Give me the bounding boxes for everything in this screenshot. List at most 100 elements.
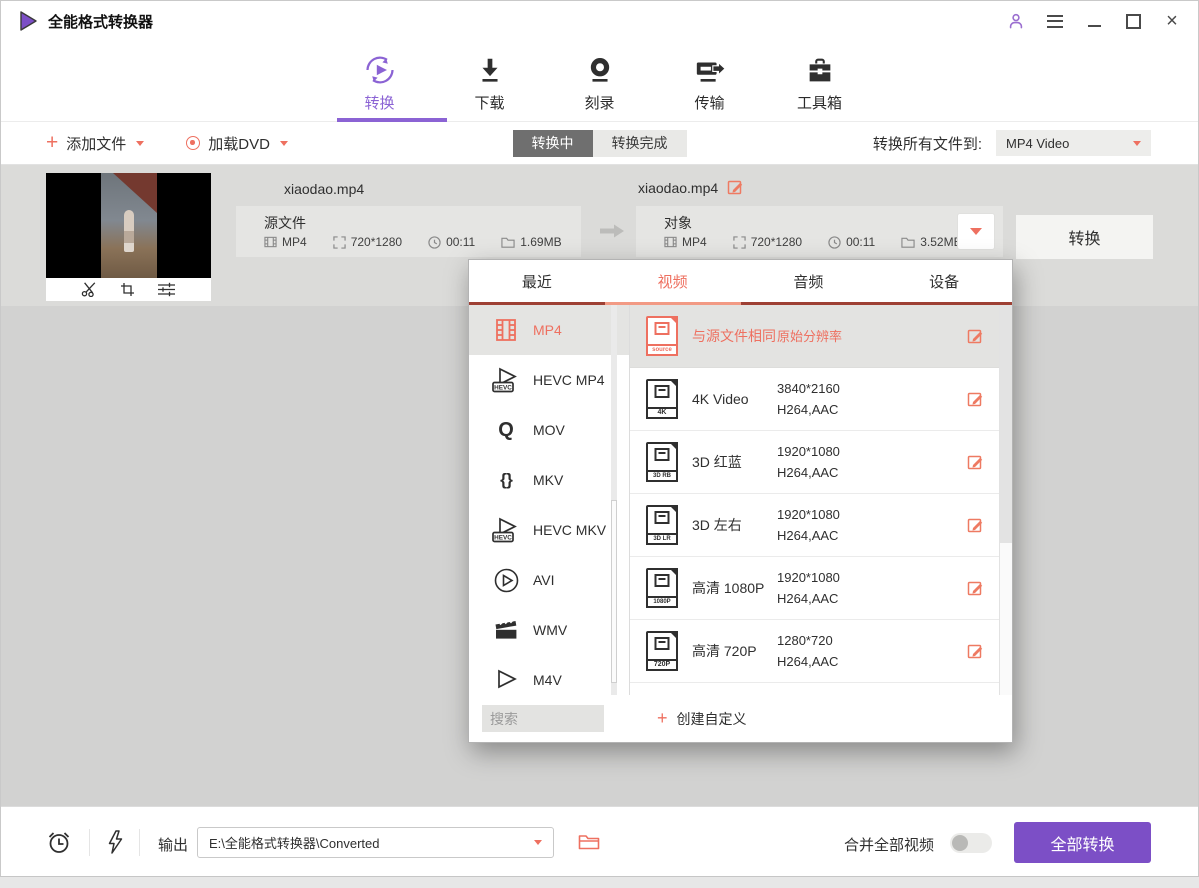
format-item-mp4[interactable]: MP4 [469, 305, 629, 355]
target-label: 对象 [664, 213, 692, 233]
app-window: 全能格式转换器 × 转换下载刻录传输工具箱 + 添加文件 加载D [0, 0, 1199, 876]
preset-badge-icon: 720P [646, 631, 678, 671]
nav-tab-toolbox[interactable]: 工具箱 [780, 53, 860, 113]
merge-videos-label: 合并全部视频 [844, 834, 934, 855]
nav-tab-transfer[interactable]: 传输 [670, 53, 750, 113]
format-item-m4v[interactable]: M4V [469, 655, 629, 695]
divider [89, 829, 90, 856]
output-format-select[interactable]: MP4 Video [996, 130, 1151, 156]
trim-scissors-icon[interactable] [81, 282, 98, 297]
target-file-name: xiaodao.mp4 [638, 180, 718, 196]
resolution-icon [333, 236, 346, 249]
format-item-hevc-mkv[interactable]: HEVCHEVC MKV [469, 505, 629, 555]
minimize-button[interactable] [1084, 11, 1104, 31]
account-icon[interactable] [1006, 11, 1026, 31]
format-item-avi[interactable]: AVI [469, 555, 629, 605]
format-label: AVI [533, 572, 555, 588]
preset-details: 1920*1080H264,AAC [777, 441, 840, 483]
svg-text:HEVC: HEVC [494, 534, 512, 541]
resolution-icon [733, 236, 746, 249]
panel-tab-1[interactable]: 视频 [605, 260, 741, 302]
nav-tab-convert[interactable]: 转换 [340, 53, 420, 113]
format-dropdown-button[interactable] [957, 213, 995, 250]
schedule-alarm-icon[interactable] [46, 829, 72, 855]
video-thumbnail [46, 173, 211, 301]
format-item-hevc-mp4[interactable]: HEVCHEVC MP4 [469, 355, 629, 405]
preset-edit-icon[interactable] [967, 391, 984, 408]
format-label: WMV [533, 622, 567, 638]
preset-details: 原始分辨率 [777, 326, 842, 347]
maximize-button[interactable] [1123, 11, 1143, 31]
effects-sliders-icon[interactable] [157, 282, 176, 297]
chevron-down-icon [136, 141, 144, 146]
aviplay-icon [490, 567, 522, 594]
format-item-wmv[interactable]: WMV [469, 605, 629, 655]
chevron-down-icon [534, 840, 542, 845]
m4v-icon [490, 669, 522, 691]
add-file-button[interactable]: + 添加文件 [46, 133, 144, 154]
window-controls: × [1006, 11, 1182, 31]
format-label: MOV [533, 422, 565, 438]
convert-button[interactable]: 转换 [1016, 215, 1153, 259]
preset-search-input[interactable] [482, 705, 604, 732]
create-custom-button[interactable]: + 创建自定义 [657, 695, 747, 742]
convert-all-button[interactable]: 全部转换 [1014, 822, 1151, 863]
target-specs: MP4 720*1280 00:11 3.52MB [664, 235, 962, 249]
duration-clock-icon [828, 236, 841, 249]
thumbnail-image [46, 173, 211, 278]
preset-edit-icon[interactable] [967, 454, 984, 471]
format-item-mov[interactable]: QMOV [469, 405, 629, 455]
preset-edit-icon[interactable] [967, 580, 984, 597]
high-speed-bolt-icon[interactable] [103, 829, 125, 855]
preset-list-scrollbar[interactable] [999, 305, 1012, 695]
preset-badge-icon: 1080P [646, 568, 678, 608]
merge-videos-toggle[interactable] [950, 833, 992, 853]
crop-icon[interactable] [120, 282, 135, 297]
format-label: MKV [533, 472, 563, 488]
panel-tab-3[interactable]: 设备 [876, 260, 1012, 302]
preset-row-1[interactable]: 4K4K Video3840*2160H264,AAC [630, 368, 1012, 431]
preset-badge-icon: source [646, 316, 678, 356]
preset-details: 1920*1080H264,AAC [777, 504, 840, 546]
plus-icon: + [46, 134, 58, 153]
format-item-mkv[interactable]: { }MKV [469, 455, 629, 505]
file-size-folder-icon [501, 236, 515, 248]
preset-edit-icon[interactable] [967, 643, 984, 660]
chevron-down-icon [1133, 141, 1141, 146]
nav-tab-burn[interactable]: 刻录 [560, 53, 640, 113]
nav-tab-label: 刻录 [584, 92, 614, 113]
output-path-value: E:\全能格式转换器\Converted [209, 833, 380, 852]
format-list-scrollbar[interactable] [611, 305, 617, 695]
convert-all-to-label: 转换所有文件到: [873, 133, 982, 154]
preset-row-2[interactable]: 3D RB3D 红蓝1920*1080H264,AAC [630, 431, 1012, 494]
preset-row-5[interactable]: 720P高清 720P1280*720H264,AAC [630, 620, 1012, 683]
panel-tab-0[interactable]: 最近 [469, 260, 605, 302]
divider [139, 829, 140, 856]
preset-row-0[interactable]: source与源文件相同原始分辨率 [630, 305, 1012, 368]
format-list: MP4HEVCHEVC MP4QMOV{ }MKVHEVCHEVC MKV AVI… [469, 305, 630, 695]
preset-row-3[interactable]: 3D LR3D 左右1920*1080H264,AAC [630, 494, 1012, 557]
app-logo-icon [17, 10, 39, 32]
output-path-select[interactable]: E:\全能格式转换器\Converted [197, 827, 554, 858]
nav-tab-download[interactable]: 下载 [450, 53, 530, 113]
panel-tab-2[interactable]: 音频 [741, 260, 877, 302]
preset-badge-icon: 3D RB [646, 442, 678, 482]
format-panel-footer: + 创建自定义 [469, 695, 1012, 742]
format-panel: 最近视频音频设备 MP4HEVCHEVC MP4QMOV{ }MKVHEVCHE… [468, 259, 1013, 743]
open-folder-icon[interactable] [578, 833, 600, 851]
close-button[interactable]: × [1162, 11, 1182, 31]
tab-converting[interactable]: 转换中 [513, 130, 593, 157]
preset-row-4[interactable]: 1080P高清 1080P1920*1080H264,AAC [630, 557, 1012, 620]
dvd-icon [186, 136, 200, 150]
burn-icon [583, 53, 617, 87]
preset-edit-icon[interactable] [967, 328, 984, 345]
load-dvd-label: 加载DVD [208, 133, 270, 154]
output-format-value: MP4 Video [1006, 136, 1069, 151]
rename-edit-icon[interactable] [727, 179, 744, 196]
load-dvd-button[interactable]: 加载DVD [186, 133, 288, 154]
format-panel-tabs: 最近视频音频设备 [469, 260, 1012, 305]
menu-icon[interactable] [1045, 11, 1065, 31]
tab-finished[interactable]: 转换完成 [593, 130, 687, 157]
preset-edit-icon[interactable] [967, 517, 984, 534]
output-label: 输出 [158, 834, 188, 855]
